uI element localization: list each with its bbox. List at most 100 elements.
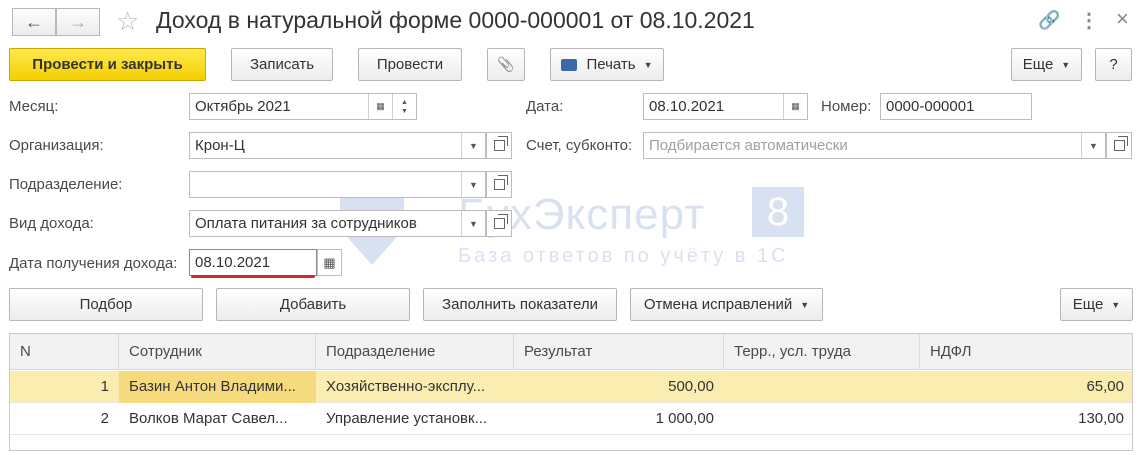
column-header-department[interactable]: Подразделение: [316, 334, 514, 370]
link-icon[interactable]: 🔗: [1038, 10, 1060, 31]
watermark-tagline: База ответов по учёту в 1С: [458, 245, 789, 267]
cell-result[interactable]: 500,00: [514, 371, 724, 403]
attach-button[interactable]: 📎: [487, 48, 525, 81]
income-type-value: Оплата питания за сотрудников: [195, 215, 417, 232]
receipt-date-label: Дата получения дохода:: [9, 255, 178, 272]
column-header-result[interactable]: Результат: [514, 334, 724, 370]
fill-indicators-label: Заполнить показатели: [442, 296, 598, 313]
calendar-icon[interactable]: ▦: [783, 94, 807, 119]
help-button[interactable]: ?: [1095, 48, 1132, 81]
date-value: 08.10.2021: [649, 98, 725, 115]
post-label: Провести: [376, 56, 444, 73]
organization-label: Организация:: [9, 137, 104, 154]
close-icon[interactable]: ×: [1116, 6, 1129, 32]
help-label: ?: [1109, 56, 1118, 73]
cell-employee[interactable]: Волков Марат Савел...: [119, 403, 316, 435]
stepper-icon[interactable]: ▲ ▼: [392, 94, 416, 119]
number-value: 0000-000001: [886, 98, 975, 115]
post-button[interactable]: Провести: [358, 48, 462, 81]
receipt-date-field[interactable]: 08.10.2021: [189, 249, 317, 276]
table-header: N Сотрудник Подразделение Результат Терр…: [10, 334, 1132, 370]
cancel-corrections-label: Отмена исправлений: [643, 296, 793, 313]
number-label: Номер:: [821, 98, 872, 115]
calendar-icon: ▦: [323, 254, 336, 270]
table-row[interactable]: 1 Базин Антон Владими... Хозяйственно-эк…: [10, 371, 1132, 403]
cell-terr-conditions[interactable]: [724, 403, 920, 435]
cell-n: 2: [100, 410, 109, 427]
cell-department[interactable]: Хозяйственно-эксплу...: [316, 371, 514, 403]
open-window-icon: [493, 175, 508, 190]
caret-down-icon: ▼: [1111, 299, 1121, 310]
cell-terr-conditions[interactable]: [724, 371, 920, 403]
number-field[interactable]: 0000-000001: [880, 93, 1032, 120]
dropdown-icon[interactable]: ▼: [461, 133, 485, 158]
month-field[interactable]: Октябрь 2021 ▦ ▲ ▼: [189, 93, 417, 120]
employees-table[interactable]: N Сотрудник Подразделение Результат Терр…: [9, 333, 1133, 451]
cell-employee[interactable]: Базин Антон Владими...: [119, 371, 316, 403]
receipt-date-value: 08.10.2021: [195, 254, 271, 271]
receipt-date-calendar-button[interactable]: ▦: [317, 249, 342, 276]
select-label: Подбор: [79, 296, 133, 313]
column-header-employee[interactable]: Сотрудник: [119, 334, 316, 370]
paperclip-icon: 📎: [497, 56, 515, 72]
account-placeholder: Подбирается автоматически: [649, 137, 848, 154]
cancel-corrections-button[interactable]: Отмена исправлений ▼: [630, 288, 823, 321]
document-title: Доход в натуральной форме 0000-000001 от…: [156, 7, 755, 33]
column-header-ndfl[interactable]: НДФЛ: [920, 334, 1132, 370]
save-label: Записать: [249, 56, 315, 73]
account-field[interactable]: Подбирается автоматически ▼: [643, 132, 1106, 159]
select-button[interactable]: Подбор: [9, 288, 203, 321]
open-organization-button[interactable]: [486, 132, 512, 159]
arrow-left-icon: ←: [25, 11, 43, 32]
cell-result[interactable]: 1 000,00: [514, 403, 724, 435]
department-field[interactable]: ▼: [189, 171, 486, 198]
save-button[interactable]: Записать: [231, 48, 333, 81]
post-and-close-button[interactable]: Провести и закрыть: [9, 48, 206, 81]
caret-down-icon: ▼: [643, 59, 653, 70]
cell-department[interactable]: Управление установк...: [316, 403, 514, 435]
back-button[interactable]: ←: [12, 8, 56, 36]
cell-n: 1: [100, 378, 109, 395]
post-and-close-label: Провести и закрыть: [32, 56, 183, 73]
more-button[interactable]: Еще ▼: [1011, 48, 1082, 81]
dropdown-icon[interactable]: ▼: [1081, 133, 1105, 158]
cell-ndfl[interactable]: 130,00: [920, 403, 1132, 435]
print-button[interactable]: Печать ▼: [550, 48, 664, 81]
add-label: Добавить: [279, 296, 347, 313]
open-department-button[interactable]: [486, 171, 512, 198]
date-label: Дата:: [526, 98, 564, 115]
income-type-label: Вид дохода:: [9, 215, 94, 232]
open-income-type-button[interactable]: [486, 210, 512, 237]
open-window-icon: [493, 136, 508, 151]
more-label: Еще: [1022, 56, 1054, 73]
print-label: Печать: [586, 56, 636, 73]
favorite-star-icon[interactable]: ☆: [116, 6, 139, 37]
table-more-button[interactable]: Еще ▼: [1060, 288, 1133, 321]
calendar-icon[interactable]: ▦: [368, 94, 392, 119]
month-label: Месяц:: [9, 98, 59, 115]
forward-button[interactable]: →: [56, 8, 100, 36]
date-field[interactable]: 08.10.2021 ▦: [643, 93, 808, 120]
organization-field[interactable]: Крон-Ц ▼: [189, 132, 486, 159]
add-button[interactable]: Добавить: [216, 288, 410, 321]
caret-down-icon: ▼: [800, 299, 810, 310]
column-header-terr-conditions[interactable]: Терр., усл. труда: [724, 334, 920, 370]
required-underline: [191, 275, 315, 278]
column-header-n[interactable]: N: [10, 334, 119, 370]
arrow-right-icon: →: [69, 11, 87, 32]
month-value: Октябрь 2021: [195, 98, 291, 115]
cell-ndfl[interactable]: 65,00: [920, 371, 1132, 403]
table-row[interactable]: 2 Волков Марат Савел... Управление устан…: [10, 403, 1132, 435]
watermark-brand-number: 8: [752, 187, 804, 237]
open-window-icon: [493, 214, 508, 229]
organization-value: Крон-Ц: [195, 137, 245, 154]
account-label: Счет, субконто:: [526, 137, 633, 154]
income-type-field[interactable]: Оплата питания за сотрудников ▼: [189, 210, 486, 237]
dropdown-icon[interactable]: ▼: [461, 211, 485, 236]
open-account-button[interactable]: [1106, 132, 1132, 159]
dropdown-icon[interactable]: ▼: [461, 172, 485, 197]
open-window-icon: [1113, 136, 1128, 151]
fill-indicators-button[interactable]: Заполнить показатели: [423, 288, 617, 321]
more-vertical-icon[interactable]: ⋮: [1079, 8, 1099, 33]
printer-icon: [561, 58, 578, 71]
